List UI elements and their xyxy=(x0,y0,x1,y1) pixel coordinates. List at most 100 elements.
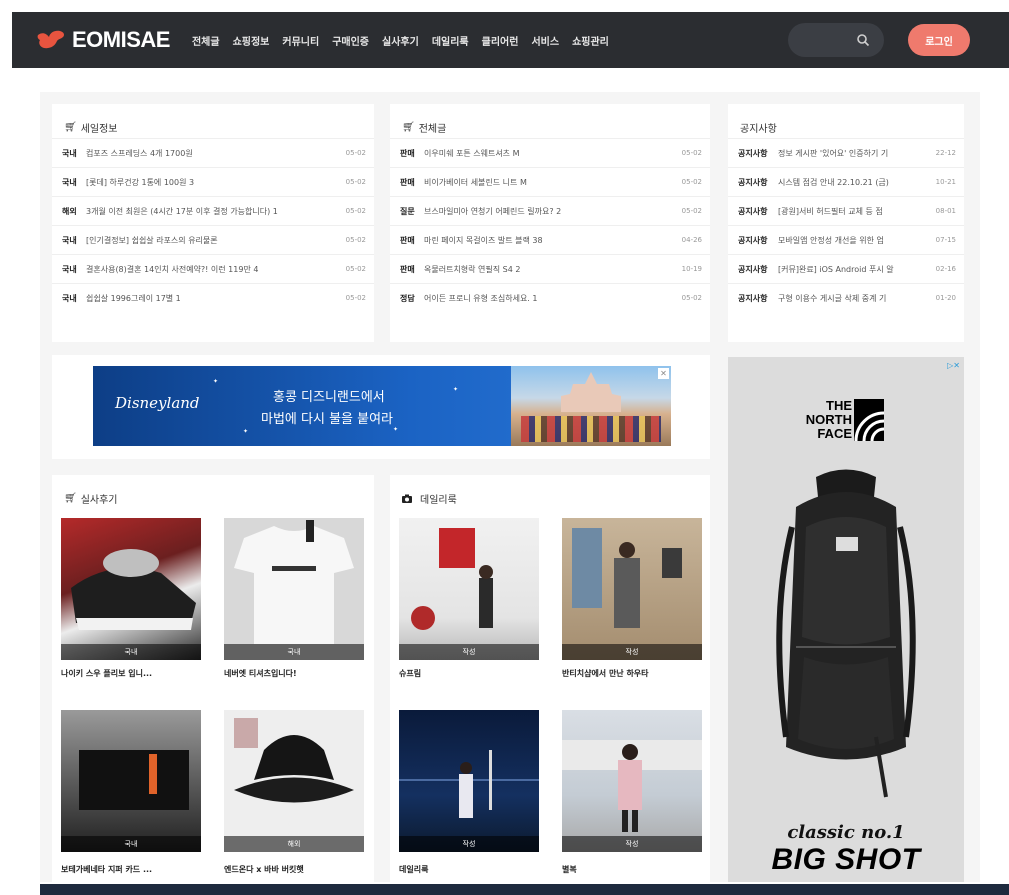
item-title[interactable]: 마린 페이지 목걸이즈 발트 블랙 38 xyxy=(424,235,676,246)
nav-item-shopping-info[interactable]: 쇼핑정보 xyxy=(233,33,270,48)
nav-item-dailylook[interactable]: 데일리룩 xyxy=(432,33,469,48)
item-title[interactable]: 비이가베이터 세볼린드 니트 M xyxy=(424,177,676,188)
dailylook-thumbnail[interactable]: 작성 xyxy=(399,518,539,660)
cart-icon: 🛒︎ xyxy=(64,492,77,504)
banner-photo xyxy=(511,366,671,446)
list-item[interactable]: 국내 [롯데] 하루건강 1통에 100원 3 05-02 xyxy=(52,167,374,196)
list-item[interactable]: 판매 마린 페이지 목걸이즈 발트 블랙 38 04-26 xyxy=(390,225,710,254)
close-icon[interactable]: ✕ xyxy=(658,368,669,379)
characters-image xyxy=(521,416,661,442)
list-item[interactable]: 국내 컴포즈 스프레딩스 4개 1700원 05-02 xyxy=(52,138,374,167)
thumbnail-tag: 작성 xyxy=(399,836,539,852)
bucket-hat-image xyxy=(234,718,354,803)
list-item[interactable]: 해외 3개월 이전 최원은 (4시간 17분 이후 결정 가능합니다) 1 05-0… xyxy=(52,196,374,225)
list-item[interactable]: 공지사항 모바일앱 안정성 개선을 위한 업 07-15 xyxy=(728,225,964,254)
thumbnail-caption[interactable]: 별복 xyxy=(562,864,712,875)
dailylook-thumbnail[interactable]: 작성 xyxy=(399,710,539,852)
all-posts-panel: 🛒︎ 전체글 판매 이우미쉐 포튼 스웨트셔츠 M 05-02 판매 비이가베이터 세… xyxy=(390,104,710,342)
list-item[interactable]: 공지사항 [광원]서비 허드필터 교체 등 점 08-01 xyxy=(728,196,964,225)
site-logo[interactable]: EOMISAE xyxy=(36,27,170,53)
item-title[interactable]: [인기결정보] 쉽쉽살 라포스의 유리물론 xyxy=(86,235,340,246)
item-title[interactable]: 구형 이용수 게시글 삭제 중계 기 xyxy=(778,293,930,304)
review-thumbnail[interactable]: 해외 xyxy=(224,710,364,852)
nav-item-purchase[interactable]: 구매인증 xyxy=(332,33,369,48)
list-item[interactable]: 판매 옥물러트치형락 연필직 S4 2 10-19 xyxy=(390,254,710,283)
sparkle-icon: ✦ xyxy=(393,426,399,433)
item-title[interactable]: 쉽쉽살 1996그레이 17별 1 xyxy=(86,293,340,304)
list-item[interactable]: 국내 결혼사용(8)결혼 14인치 사전예약?! 이런 119만 4 05-02 xyxy=(52,254,374,283)
item-date: 05-02 xyxy=(345,236,366,244)
item-title[interactable]: 결혼사용(8)결혼 14인치 사전예약?! 이런 119만 4 xyxy=(86,264,340,275)
item-title[interactable]: [롯데] 하루건강 1통에 100원 3 xyxy=(86,177,340,188)
ad-choices-icon[interactable]: ▷✕ xyxy=(947,361,960,370)
item-title[interactable]: 시스템 점검 안내 22.10.21 (금) xyxy=(778,177,930,188)
thumbnail-caption[interactable]: 네버엣 티셔츠입니다! xyxy=(224,668,374,679)
panel-title[interactable]: 🛒︎ 전체글 xyxy=(390,104,710,138)
list-item[interactable]: 판매 이우미쉐 포튼 스웨트셔츠 M 05-02 xyxy=(390,138,710,167)
item-date: 05-02 xyxy=(681,207,702,215)
nav-item-all[interactable]: 전체글 xyxy=(192,33,220,48)
nav-item-community[interactable]: 커뮤니티 xyxy=(282,33,319,48)
item-title[interactable]: [광원]서비 허드필터 교체 등 점 xyxy=(778,206,930,217)
item-category: 공지사항 xyxy=(738,264,768,274)
list-item[interactable]: 국내 쉽쉽살 1996그레이 17별 1 05-02 xyxy=(52,283,374,312)
list-item[interactable]: 공지사항 시스템 점검 안내 22.10.21 (금) 10-21 xyxy=(728,167,964,196)
main-nav: 전체글 쇼핑정보 커뮤니티 구매인증 실사후기 데일리룩 클리어런 서비스 쇼핑… xyxy=(192,33,622,48)
nav-item-clearance[interactable]: 클리어런 xyxy=(482,33,519,48)
thumbnail-caption[interactable]: 엔드온다 x 바바 버킷햇 xyxy=(224,864,374,875)
list-item[interactable]: 공지사항 정보 게시판 '있어요' 인증하기 기 22-12 xyxy=(728,138,964,167)
item-title[interactable]: 정보 게시판 '있어요' 인증하기 기 xyxy=(778,148,930,159)
list-item[interactable]: 질문 브스마일미아 연청기 어페린드 릴까요? 2 05-02 xyxy=(390,196,710,225)
item-title[interactable]: 3개월 이전 최원은 (4시간 17분 이후 결정 가능합니다) 1 xyxy=(86,206,340,217)
list-item[interactable]: 정담 어이든 프로니 유형 조심하세요. 1 05-02 xyxy=(390,283,710,312)
item-title[interactable]: 옥물러트치형락 연필직 S4 2 xyxy=(424,264,676,275)
thumbnail-caption[interactable]: 반티치샵에서 만난 하우타 xyxy=(562,668,712,679)
castle-image xyxy=(561,372,621,412)
dailylook-thumbnail[interactable]: 작성 xyxy=(562,518,702,660)
nav-item-review[interactable]: 실사후기 xyxy=(382,33,419,48)
sparkle-icon: ✦ xyxy=(213,378,219,385)
item-title[interactable]: 어이든 프로니 유형 조심하세요. 1 xyxy=(424,293,676,304)
nav-item-shop-manage[interactable]: 쇼핑관리 xyxy=(572,33,609,48)
disney-banner-ad[interactable]: ✦ ✦ ✦ ✦ Disneyland 홍콩 디즈니랜드에서 마법에 다시 불을 … xyxy=(93,366,671,446)
review-thumbnail[interactable]: 국내 xyxy=(61,518,201,660)
thumbnail-caption[interactable]: 나이키 스우 플리보 입니... xyxy=(61,668,211,679)
banner-subline: 마법에 다시 불을 붙여라 xyxy=(261,412,393,427)
item-title[interactable]: [커뮤]완료] iOS Android 푸시 알 xyxy=(778,264,930,275)
review-thumbnail[interactable]: 국내 xyxy=(61,710,201,852)
dailylook-thumbnail[interactable]: 작성 xyxy=(562,710,702,852)
outfit-image xyxy=(572,528,682,628)
list-item[interactable]: 공지사항 [커뮤]완료] iOS Android 푸시 알 02-16 xyxy=(728,254,964,283)
search-icon[interactable] xyxy=(856,33,870,47)
item-date: 10-21 xyxy=(935,178,956,186)
panel-title[interactable]: 공지사항 xyxy=(728,104,964,138)
panel-title[interactable]: 🛒︎ 세일정보 xyxy=(52,104,374,138)
sneaker-image xyxy=(71,549,196,630)
item-category: 공지사항 xyxy=(738,177,768,187)
thumbnail-caption[interactable]: 보테가베네타 지퍼 카드 ... xyxy=(61,864,211,875)
item-title[interactable]: 모바일앱 안정성 개선을 위한 업 xyxy=(778,235,930,246)
disney-logo: Disneyland xyxy=(115,394,200,412)
item-date: 05-02 xyxy=(681,178,702,186)
panel-title[interactable]: 🛒︎ 실사후기 xyxy=(52,475,374,509)
north-face-sidebar-ad[interactable]: ▷✕ THE NORTH FACE classic no.1 BIG SHOT xyxy=(728,357,964,882)
bird-logo-icon xyxy=(37,30,64,49)
panel-title-text: 세일정보 xyxy=(80,123,118,135)
list-item[interactable]: 판매 비이가베이터 세볼린드 니트 M 05-02 xyxy=(390,167,710,196)
thumbnail-caption[interactable]: 데일리룩 xyxy=(399,864,549,875)
panel-title[interactable]: 데일리룩 xyxy=(390,475,710,509)
review-thumbnail[interactable]: 국내 xyxy=(224,518,364,660)
nav-item-service[interactable]: 서비스 xyxy=(531,33,559,48)
sale-info-panel: 🛒︎ 세일정보 국내 컴포즈 스프레딩스 4개 1700원 05-02 국내 [롯데]… xyxy=(52,104,374,342)
list-item[interactable]: 국내 [인기결정보] 쉽쉽살 라포스의 유리물론 05-02 xyxy=(52,225,374,254)
panel-title-text: 데일리룩 xyxy=(420,494,457,506)
thumbnail-caption[interactable]: 슈프림 xyxy=(399,668,549,679)
item-title[interactable]: 이우미쉐 포튼 스웨트셔츠 M xyxy=(424,148,676,159)
thumbnail-tag: 해외 xyxy=(224,836,364,852)
item-title[interactable]: 브스마일미아 연청기 어페린드 릴까요? 2 xyxy=(424,206,676,217)
list-item[interactable]: 공지사항 구형 이용수 게시글 삭제 중계 기 01-20 xyxy=(728,283,964,312)
login-button[interactable]: 로그인 xyxy=(908,24,970,56)
item-title[interactable]: 컴포즈 스프레딩스 4개 1700원 xyxy=(86,148,340,159)
panel-title-text: 공지사항 xyxy=(740,123,777,135)
search-input[interactable] xyxy=(788,23,884,57)
